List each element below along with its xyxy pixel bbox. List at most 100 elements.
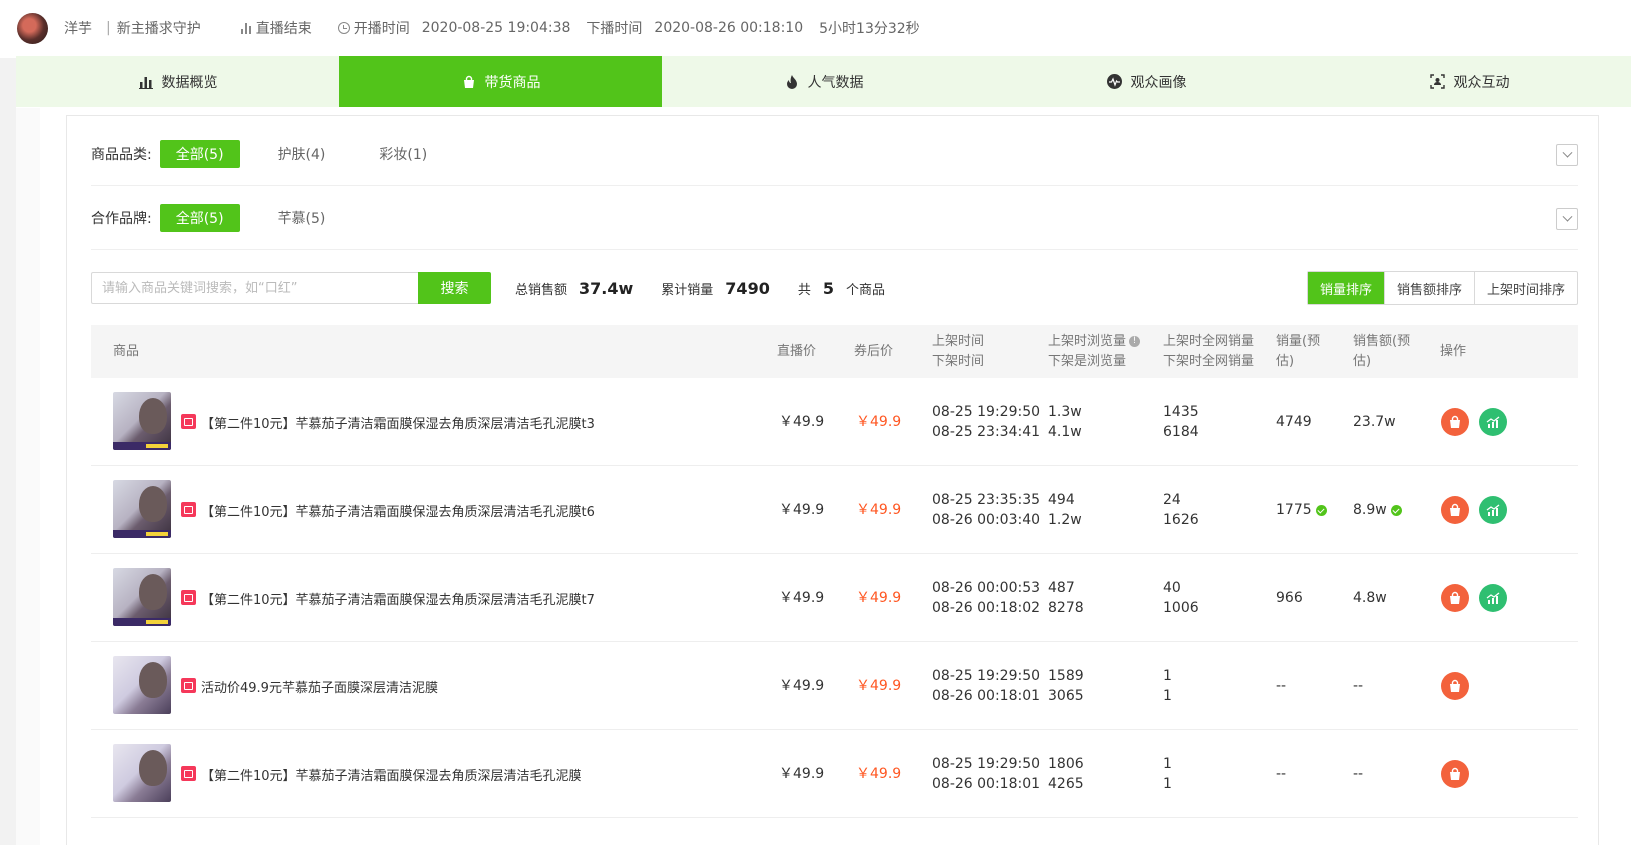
- shopping-bag-icon: [1450, 415, 1460, 428]
- row-operations: [1441, 466, 1507, 554]
- views-off: 1.2w: [1048, 512, 1082, 528]
- product-thumbnail[interactable]: [113, 744, 171, 802]
- product-name[interactable]: 【第二件10元】芊慕茄子清洁霜面膜保湿去角质深层清洁毛孔泥膜t7: [201, 554, 595, 642]
- products-table-header: 商品 直播价 券后价 上架时间 下架时间 上架时浏览量! 下架是浏览量 上架时全…: [91, 325, 1578, 378]
- table-row[interactable]: 【第二件10元】芊慕茄子清洁霜面膜保湿去角质深层清洁毛孔泥膜t6 ￥49.9 ￥…: [91, 466, 1578, 554]
- product-thumbnail[interactable]: [113, 392, 171, 450]
- col-listing-time-line2: 下架时间: [932, 353, 985, 369]
- listing-times: 08-25 23:35:35 08-26 00:03:40: [932, 466, 1040, 554]
- views-on: 1589: [1048, 668, 1084, 684]
- listing-times: 08-25 19:29:50 08-26 00:18:01: [932, 642, 1040, 730]
- views: 1806 4265: [1048, 730, 1084, 818]
- product-detail-button[interactable]: [1441, 408, 1469, 436]
- end-time-label: 下播时间: [586, 21, 643, 37]
- listing-times: 08-25 19:29:50 08-25 23:34:41: [932, 378, 1040, 466]
- shopping-bag-icon: [461, 74, 477, 90]
- net-sales: 1435 6184: [1163, 378, 1199, 466]
- sales-trend-button[interactable]: [1479, 584, 1507, 612]
- start-time-value: 2020-08-25 19:04:38: [421, 20, 571, 36]
- tab-label: 数据概览: [161, 74, 218, 91]
- volume-verified-wrap: 1775: [1276, 500, 1327, 520]
- off-shelf-time: 08-26 00:18:02: [932, 600, 1041, 616]
- views-on: 1806: [1048, 756, 1084, 772]
- product-detail-button[interactable]: [1441, 584, 1469, 612]
- total-volume-value: 7490: [725, 278, 770, 298]
- info-icon[interactable]: !: [1129, 335, 1141, 347]
- sort-by-revenue-button[interactable]: 销售额排序: [1383, 272, 1474, 304]
- product-thumbnail[interactable]: [113, 480, 171, 538]
- tab-label: 观众互动: [1453, 74, 1510, 91]
- category-filter-label: 商品品类:: [91, 146, 152, 163]
- brand-option-all[interactable]: 全部(5): [159, 203, 240, 232]
- net-sales-on: 1: [1163, 668, 1172, 684]
- col-views: 上架时浏览量! 下架是浏览量: [1048, 325, 1141, 378]
- row-operations: [1441, 378, 1507, 466]
- on-shelf-time: 08-25 19:29:50: [932, 668, 1041, 684]
- category-option-makeup[interactable]: 彩妆(1): [363, 140, 443, 168]
- col-revenue-line2: 估): [1353, 353, 1372, 369]
- category-expand-chevron-icon[interactable]: [1556, 144, 1578, 166]
- col-listing-time: 上架时间 下架时间: [932, 325, 984, 378]
- product-thumbnail[interactable]: [113, 568, 171, 626]
- coupon-price: ￥49.9: [856, 414, 902, 430]
- off-shelf-time: 08-26 00:18:01: [932, 776, 1041, 792]
- live-status-text: 直播结束: [255, 21, 312, 37]
- coupon-price: ￥49.9: [856, 590, 902, 606]
- table-row[interactable]: 【第二件10元】芊慕茄子清洁霜面膜保湿去角质深层清洁毛孔泥膜t3 ￥49.9 ￥…: [91, 378, 1578, 466]
- volume-estimate: 1775: [1276, 466, 1327, 554]
- category-option-skincare[interactable]: 护肤(4): [262, 140, 342, 168]
- sort-by-listing-time-button[interactable]: 上架时间排序: [1473, 272, 1577, 304]
- views: 487 8278: [1048, 554, 1084, 642]
- shop-bag-icon: [181, 678, 196, 693]
- revenue-estimate: 8.9w: [1353, 466, 1402, 554]
- product-name[interactable]: 活动价49.9元芊慕茄子面膜深层清洁泥膜: [201, 642, 438, 730]
- tab-products[interactable]: 带货商品: [339, 56, 662, 107]
- tab-popularity[interactable]: 人气数据: [662, 56, 985, 107]
- product-detail-button[interactable]: [1441, 496, 1469, 524]
- product-thumbnail[interactable]: [113, 656, 171, 714]
- bar-chart-icon: [138, 74, 154, 90]
- tab-audience-profile[interactable]: 观众画像: [985, 56, 1308, 107]
- tab-audience-interaction[interactable]: 观众互动: [1308, 56, 1631, 107]
- product-detail-button[interactable]: [1441, 672, 1469, 700]
- shopping-bag-icon: [1450, 591, 1460, 604]
- product-name[interactable]: 【第二件10元】芊慕茄子清洁霜面膜保湿去角质深层清洁毛孔泥膜t3: [201, 378, 595, 466]
- total-sales-stat: 总销售额 37.4w: [515, 279, 633, 298]
- streamer-avatar[interactable]: [17, 12, 48, 44]
- live-session-header: 洋芋 | 新主播求守护 直播结束 开播时间 2020-08-25 19:04:3…: [0, 0, 1631, 56]
- sales-trend-button[interactable]: [1479, 496, 1507, 524]
- col-product: 商品: [113, 325, 139, 378]
- trend-chart-icon: [1486, 416, 1500, 428]
- sales-trend-button[interactable]: [1479, 408, 1507, 436]
- table-row[interactable]: 【第二件10元】芊慕茄子清洁霜面膜保湿去角质深层清洁毛孔泥膜t7 ￥49.9 ￥…: [91, 554, 1578, 642]
- off-shelf-time: 08-26 00:18:01: [932, 688, 1041, 704]
- product-detail-button[interactable]: [1441, 760, 1469, 788]
- views-off: 4265: [1048, 776, 1084, 792]
- streamer-name[interactable]: 洋芋: [64, 18, 92, 38]
- category-option-all[interactable]: 全部(5): [159, 139, 240, 168]
- product-search-input[interactable]: [91, 272, 418, 304]
- category-filter: 商品品类: 全部(5) 护肤(4) 彩妆(1): [91, 122, 1578, 186]
- col-net-sales-line1: 上架时全网销量: [1163, 333, 1255, 349]
- col-volume-line1: 销量(预: [1276, 333, 1321, 349]
- net-sales-off: 1006: [1163, 600, 1199, 616]
- volume-estimate: --: [1276, 678, 1287, 694]
- product-name[interactable]: 【第二件10元】芊慕茄子清洁霜面膜保湿去角质深层清洁毛孔泥膜: [201, 730, 582, 818]
- brand-expand-chevron-icon[interactable]: [1556, 208, 1578, 230]
- sort-by-volume-button[interactable]: 销量排序: [1307, 272, 1384, 304]
- guard-text[interactable]: 新主播求守护: [117, 18, 201, 38]
- live-price: ￥49.9: [779, 678, 825, 694]
- sort-options: 销量排序 销售额排序 上架时间排序: [1306, 271, 1578, 305]
- net-sales-on: 1435: [1163, 404, 1199, 420]
- tab-data-overview[interactable]: 数据概览: [16, 56, 339, 107]
- left-gutter: [0, 58, 16, 845]
- inner-gutter: [16, 108, 40, 845]
- brand-option-qianmu[interactable]: 芊慕(5): [262, 204, 342, 232]
- table-row[interactable]: 【第二件10元】芊慕茄子清洁霜面膜保湿去角质深层清洁毛孔泥膜 ￥49.9 ￥49…: [91, 730, 1578, 818]
- on-shelf-time: 08-25 19:29:50: [932, 756, 1041, 772]
- net-sales-off: 1626: [1163, 512, 1199, 528]
- product-name[interactable]: 【第二件10元】芊慕茄子清洁霜面膜保湿去角质深层清洁毛孔泥膜t6: [201, 466, 595, 554]
- search-button[interactable]: 搜索: [418, 272, 491, 304]
- col-operations: 操作: [1440, 325, 1466, 378]
- table-row[interactable]: 活动价49.9元芊慕茄子面膜深层清洁泥膜 ￥49.9 ￥49.9 08-25 1…: [91, 642, 1578, 730]
